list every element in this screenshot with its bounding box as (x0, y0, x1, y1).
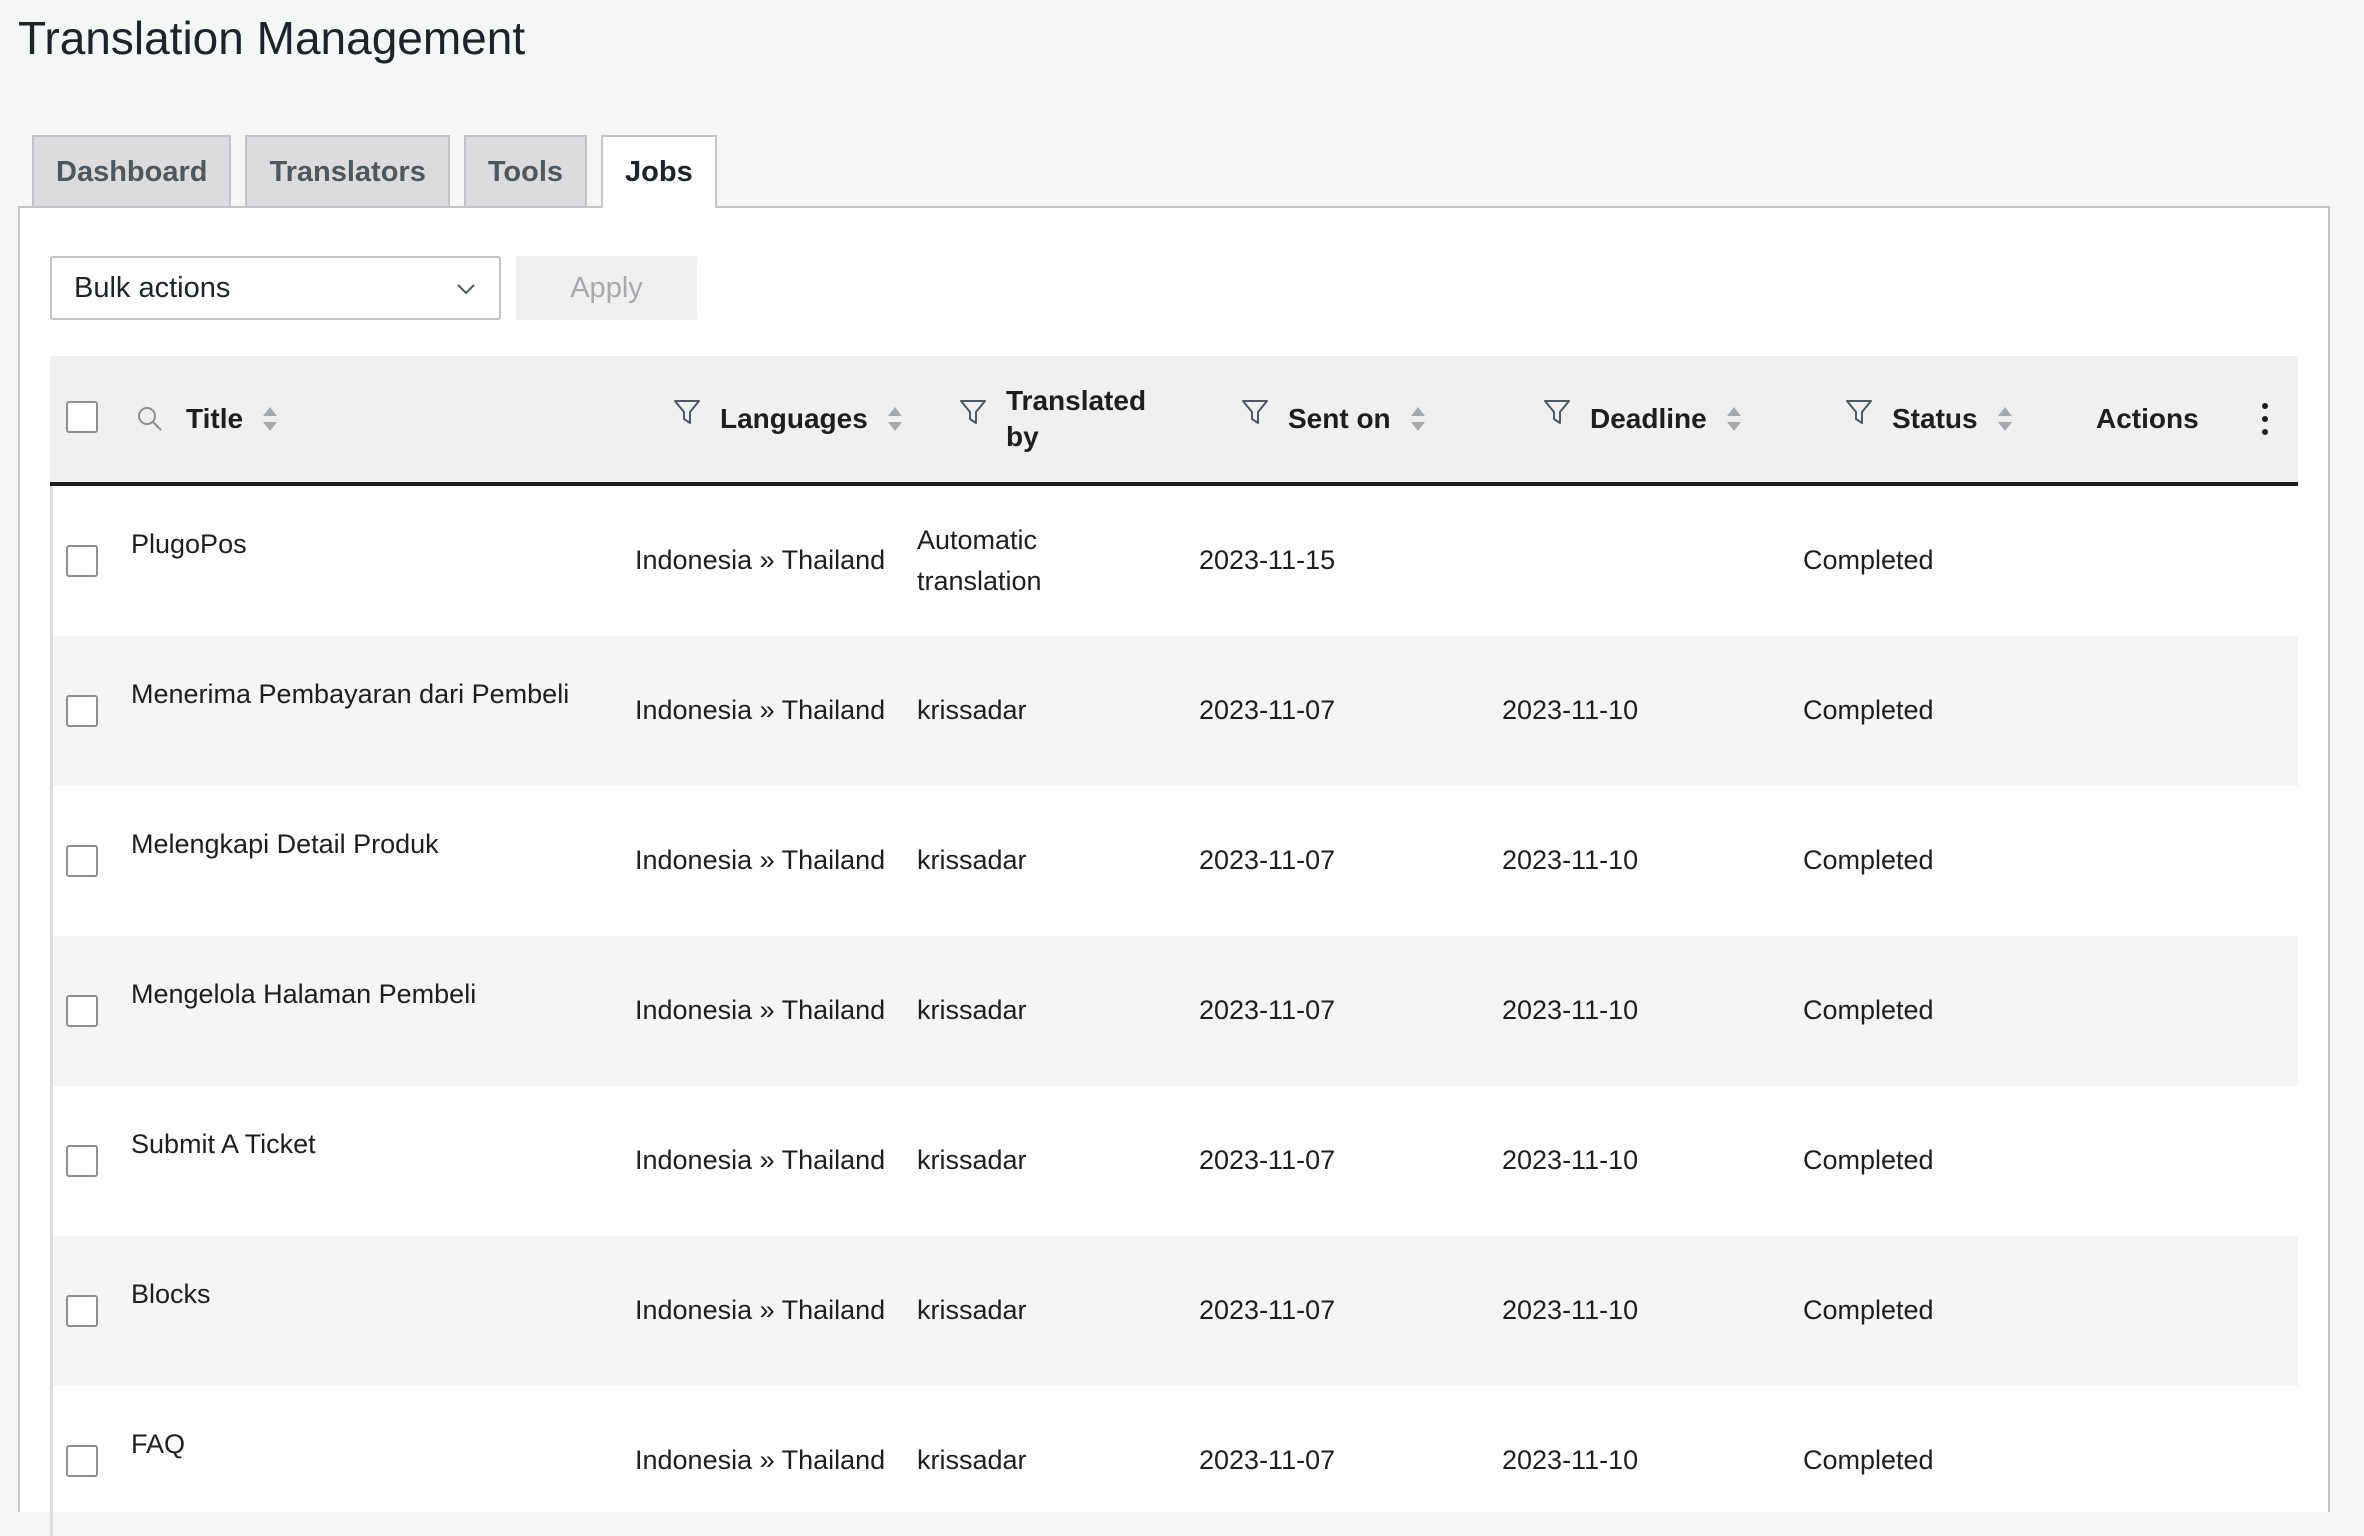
row-status: Completed (1803, 995, 1934, 1025)
filter-icon[interactable] (1542, 397, 1572, 427)
row-title[interactable]: Mengelola Halaman Pembeli (131, 974, 476, 1015)
column-status-label: Status (1892, 403, 1978, 434)
row-title[interactable]: PlugoPos (131, 524, 247, 565)
tab-jobs[interactable]: Jobs (601, 135, 717, 208)
sort-icon[interactable] (1996, 404, 2014, 434)
row-status: Completed (1803, 1295, 1934, 1325)
row-languages: Indonesia » Thailand (635, 695, 886, 725)
bulk-actions-label: Bulk actions (74, 271, 231, 304)
tab-translators[interactable]: Translators (245, 135, 450, 207)
row-translated-by-line2: translation (917, 566, 1042, 596)
row-sent-on: 2023-11-07 (1199, 1295, 1336, 1325)
sort-icon[interactable] (1725, 404, 1743, 434)
jobs-panel: Bulk actions Apply Title Languages Trans… (18, 206, 2330, 1536)
row-title[interactable]: FAQ (131, 1424, 185, 1465)
row-status: Completed (1803, 1445, 1934, 1475)
sort-icon[interactable] (261, 404, 279, 434)
page-title: Translation Management (18, 12, 526, 64)
row-checkbox[interactable] (66, 1295, 98, 1327)
filter-icon[interactable] (672, 397, 702, 427)
column-translated-by-label: Translated by (1006, 383, 1146, 455)
table-row: Blocks Indonesia » Thailand krissadar 20… (50, 1236, 2298, 1386)
search-icon[interactable] (136, 405, 164, 433)
row-sent-on: 2023-11-07 (1199, 1445, 1336, 1475)
select-all-checkbox[interactable] (66, 401, 98, 433)
row-checkbox[interactable] (66, 1145, 98, 1177)
row-deadline: 2023-11-10 (1502, 1295, 1639, 1325)
row-checkbox[interactable] (66, 1445, 98, 1477)
row-title[interactable]: Submit A Ticket (131, 1124, 316, 1165)
sort-icon[interactable] (886, 404, 904, 434)
row-title[interactable]: Melengkapi Detail Produk (131, 824, 439, 865)
more-vertical-icon[interactable] (2260, 402, 2270, 436)
row-checkbox[interactable] (66, 545, 98, 577)
row-status: Completed (1803, 1145, 1934, 1175)
row-translated-by: krissadar (917, 1295, 1027, 1325)
row-languages: Indonesia » Thailand (635, 545, 886, 575)
filter-icon[interactable] (1844, 397, 1874, 427)
row-translated-by-line1: Automatic (917, 525, 1038, 555)
table-row: Menerima Pembayaran dari Pembeli Indones… (50, 636, 2298, 786)
column-actions: Actions (2096, 356, 2199, 482)
table-row: FAQ Indonesia » Thailand krissadar 2023-… (50, 1386, 2298, 1536)
row-sent-on: 2023-11-07 (1199, 845, 1336, 875)
chevron-down-icon (457, 284, 475, 295)
row-checkbox[interactable] (66, 695, 98, 727)
row-translated-by: krissadar (917, 845, 1027, 875)
row-languages: Indonesia » Thailand (635, 1445, 886, 1475)
column-languages[interactable]: Languages (672, 356, 904, 482)
table-row: Melengkapi Detail Produk Indonesia » Tha… (50, 786, 2298, 936)
column-actions-label: Actions (2096, 403, 2199, 434)
tab-bar: Dashboard Translators Tools Jobs (32, 135, 717, 208)
row-translated-by: krissadar (917, 695, 1027, 725)
row-title[interactable]: Blocks (131, 1274, 211, 1315)
row-sent-on: 2023-11-07 (1199, 1145, 1336, 1175)
tab-tools[interactable]: Tools (463, 135, 588, 207)
row-status: Completed (1803, 845, 1934, 875)
column-translated-by-line1: Translated (1006, 385, 1147, 416)
column-sent-on[interactable]: Sent on (1240, 356, 1427, 482)
row-sent-on: 2023-11-15 (1199, 545, 1336, 575)
column-status[interactable]: Status (1844, 356, 2014, 482)
row-translated-by: krissadar (917, 1145, 1027, 1175)
row-deadline: 2023-11-10 (1502, 995, 1639, 1025)
bulk-actions-select[interactable]: Bulk actions (50, 256, 501, 320)
column-title[interactable]: Title (136, 356, 279, 482)
column-sent-on-label: Sent on (1288, 403, 1391, 434)
row-languages: Indonesia » Thailand (635, 1145, 886, 1175)
row-deadline: 2023-11-10 (1502, 1445, 1639, 1475)
sort-icon[interactable] (1409, 404, 1427, 434)
row-languages: Indonesia » Thailand (635, 845, 886, 875)
row-deadline: 2023-11-10 (1502, 845, 1639, 875)
filter-icon[interactable] (1240, 397, 1270, 427)
row-checkbox[interactable] (66, 845, 98, 877)
filter-icon[interactable] (958, 397, 988, 427)
row-translated-by: krissadar (917, 995, 1027, 1025)
table-row: Submit A Ticket Indonesia » Thailand kri… (50, 1086, 2298, 1236)
row-status: Completed (1803, 695, 1934, 725)
row-translated-by: krissadar (917, 1445, 1027, 1475)
column-translated-by[interactable]: Translated by (958, 356, 1146, 482)
column-deadline[interactable]: Deadline (1542, 356, 1743, 482)
column-languages-label: Languages (720, 403, 868, 434)
row-sent-on: 2023-11-07 (1199, 695, 1336, 725)
row-translated-by: Automatic translation (917, 520, 1042, 602)
row-checkbox[interactable] (66, 995, 98, 1027)
row-status: Completed (1803, 545, 1934, 575)
jobs-table: Title Languages Translated by Sent on De… (50, 356, 2298, 1536)
row-title[interactable]: Menerima Pembayaran dari Pembeli (131, 674, 569, 715)
row-sent-on: 2023-11-07 (1199, 995, 1336, 1025)
column-translated-by-line2: by (1006, 421, 1039, 452)
row-languages: Indonesia » Thailand (635, 995, 886, 1025)
table-row: PlugoPos Indonesia » Thailand Automatic … (50, 486, 2298, 636)
column-title-label: Title (186, 403, 244, 434)
table-row: Mengelola Halaman Pembeli Indonesia » Th… (50, 936, 2298, 1086)
row-deadline: 2023-11-10 (1502, 695, 1639, 725)
row-languages: Indonesia » Thailand (635, 1295, 886, 1325)
table-header: Title Languages Translated by Sent on De… (50, 356, 2298, 486)
row-deadline: 2023-11-10 (1502, 1145, 1639, 1175)
tab-dashboard[interactable]: Dashboard (32, 135, 232, 207)
column-deadline-label: Deadline (1590, 403, 1707, 434)
apply-button[interactable]: Apply (516, 256, 697, 320)
